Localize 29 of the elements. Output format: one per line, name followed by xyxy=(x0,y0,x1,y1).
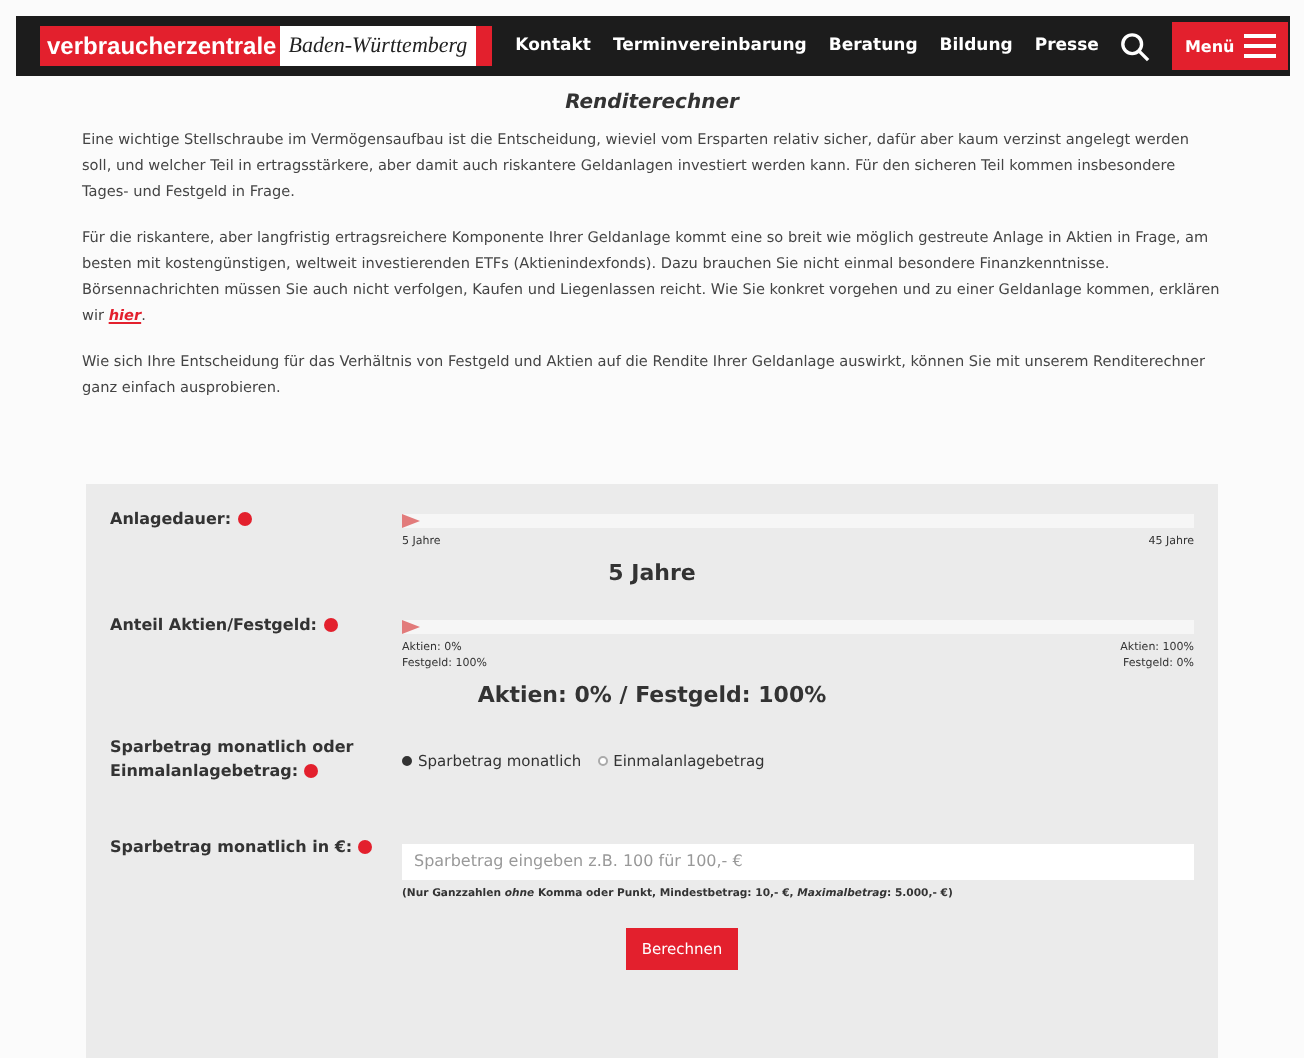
menu-icon xyxy=(1244,34,1277,58)
amount-input-field[interactable]: Sparbetrag eingeben z.B. 100 für 100,- € xyxy=(402,843,1194,879)
nav-link[interactable]: Terminvereinbarung xyxy=(612,36,807,56)
search-icon[interactable] xyxy=(1120,31,1151,61)
nav-link[interactable]: Presse xyxy=(1034,36,1099,56)
radio-icon[interactable] xyxy=(402,755,412,765)
info-icon[interactable] xyxy=(358,840,373,855)
info-icon[interactable] xyxy=(304,764,319,779)
slider-thumb[interactable] xyxy=(402,620,420,634)
nav-link[interactable]: Kontakt xyxy=(515,36,591,56)
nav-link[interactable]: Beratung xyxy=(828,36,918,56)
page-title: Renditerechner xyxy=(565,92,739,114)
slider-thumb[interactable] xyxy=(402,514,420,528)
logo-region: Baden-Württemberg xyxy=(280,26,476,66)
logo-brand: verbraucherzentrale xyxy=(45,30,279,64)
slider-track[interactable] xyxy=(402,514,1194,528)
menu-button[interactable]: Menü xyxy=(1172,22,1289,70)
field-label: Sparbetrag monatlich in €: xyxy=(110,836,390,899)
field-label: Sparbetrag monatlich oder Einmalanlagebetrag: xyxy=(110,736,356,784)
logo[interactable]: verbraucherzentrale Baden-Württemberg xyxy=(39,26,492,66)
field-label: Anteil Aktien/Festgeld: xyxy=(110,614,390,670)
radio-icon[interactable] xyxy=(597,755,608,765)
slider-value: Aktien: 0% / Festgeld: 100% xyxy=(475,682,829,708)
nav-link[interactable]: Bildung xyxy=(939,36,1013,56)
field-label: Anlagedauer: xyxy=(110,508,390,548)
info-icon[interactable] xyxy=(237,512,252,527)
info-icon[interactable] xyxy=(323,618,337,633)
slider-track[interactable] xyxy=(402,620,1194,634)
slider-value: 5 Jahre xyxy=(606,560,698,586)
